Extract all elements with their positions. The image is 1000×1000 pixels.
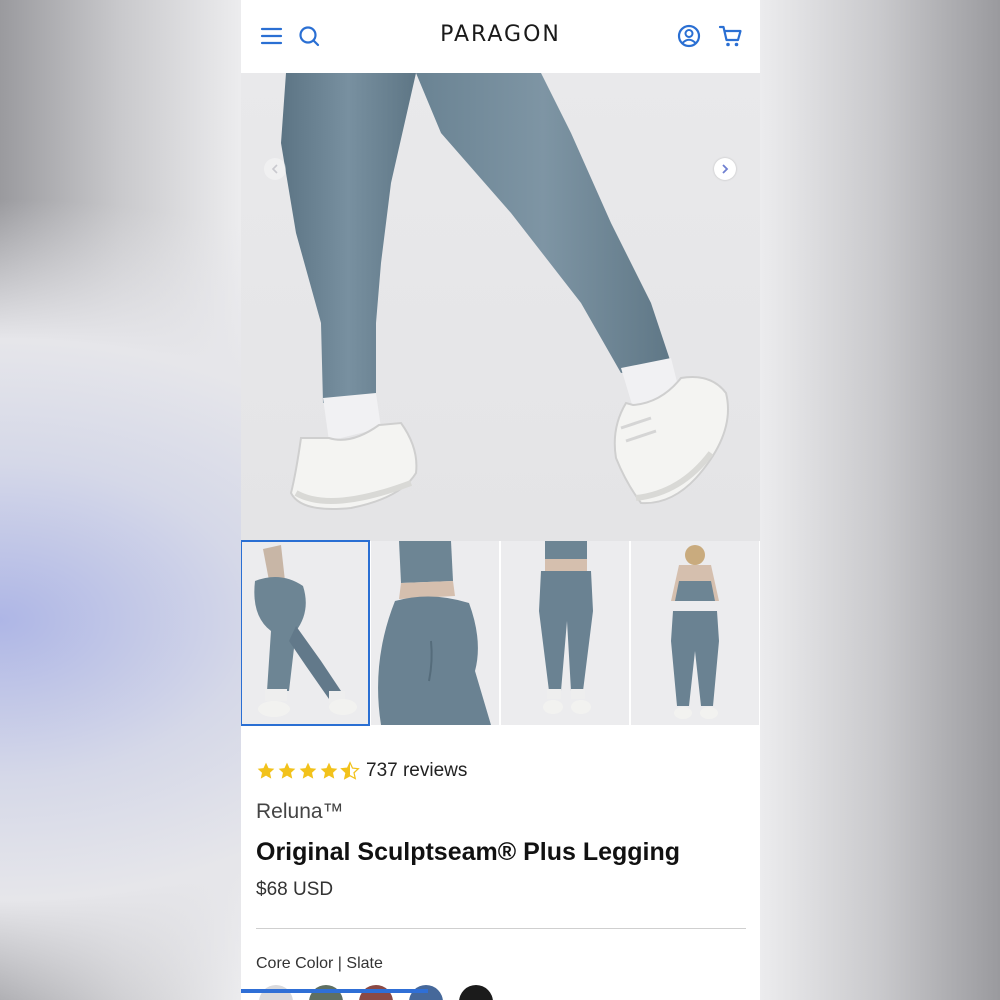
cart-icon[interactable] — [717, 22, 745, 50]
product-price: $68 USD — [256, 879, 334, 900]
image-scroll-progress — [241, 989, 760, 993]
star-rating — [256, 761, 360, 781]
chevron-right-icon — [722, 164, 729, 174]
thumbnail-strip — [241, 540, 760, 727]
account-icon[interactable] — [675, 22, 703, 50]
thumbnail-2[interactable] — [371, 541, 499, 725]
product-main-image[interactable] — [241, 73, 760, 541]
divider — [256, 928, 746, 929]
thumbnail-1-image — [254, 545, 357, 717]
thumbnail-3[interactable] — [501, 541, 629, 725]
thumbnail-3-image — [539, 541, 593, 714]
rating-summary[interactable]: 737 reviews — [256, 760, 467, 782]
reviews-count[interactable]: 737 reviews — [366, 760, 467, 782]
thumbnail-1[interactable] — [241, 540, 370, 726]
star-full-icon — [299, 762, 317, 779]
thumbnail-2-image — [378, 541, 491, 725]
legging-photo — [281, 73, 729, 510]
prev-image-button[interactable] — [264, 158, 286, 180]
next-image-button[interactable] — [714, 158, 736, 180]
star-full-icon — [278, 762, 296, 779]
star-half-icon — [340, 761, 360, 780]
color-label: Core Color | Slate — [256, 955, 383, 972]
site-header: PARAGON — [241, 0, 760, 73]
product-page: PARAGON 737 reviews Reluna™ Original Scu… — [241, 0, 760, 1000]
chevron-left-icon — [271, 164, 278, 174]
star-full-icon — [257, 762, 275, 779]
scroll-progress-fill — [241, 989, 428, 993]
product-title: Original Sculptseam® Plus Legging — [256, 838, 681, 866]
thumbnail-4-image — [671, 545, 719, 719]
star-full-icon — [320, 762, 338, 779]
thumbnail-4[interactable] — [631, 541, 759, 725]
product-vendor: Reluna™ — [256, 800, 344, 823]
